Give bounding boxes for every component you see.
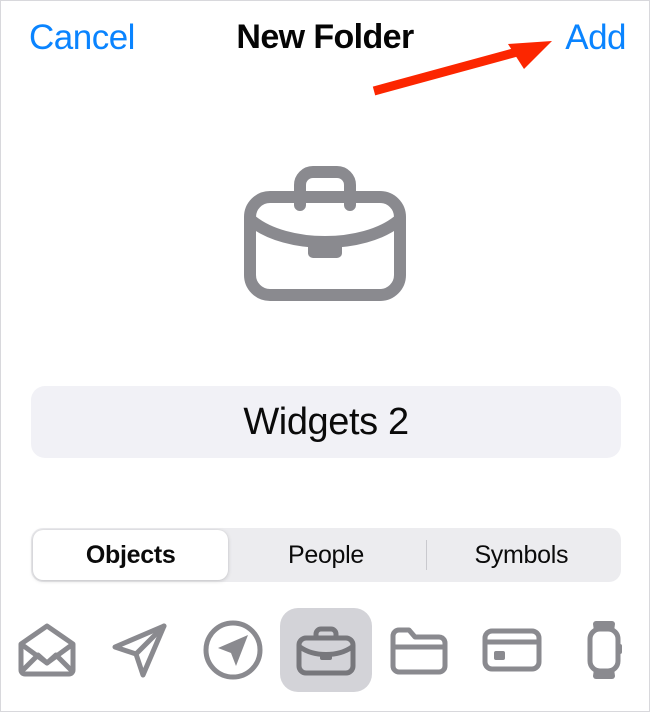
icon-option-paper-plane[interactable] (94, 608, 187, 692)
segment-people-label: People (287, 540, 365, 569)
icon-option-folder[interactable] (372, 608, 465, 692)
briefcase-icon (244, 166, 406, 301)
segment-symbols-label: Symbols (474, 540, 569, 569)
open-envelope-icon (18, 623, 76, 677)
segment-objects-label: Objects (85, 540, 176, 569)
folder-icon (390, 627, 448, 675)
icon-option-open-envelope[interactable] (1, 608, 94, 692)
icon-option-briefcase[interactable] (279, 608, 373, 692)
segment-divider (426, 540, 427, 570)
apple-watch-icon (587, 621, 622, 679)
page-title: New Folder (236, 18, 414, 56)
navigation-bar: Cancel New Folder Add (1, 1, 649, 77)
icon-option-paper-plane-circle[interactable] (187, 608, 280, 692)
add-button[interactable]: Add (565, 18, 626, 58)
segment-people[interactable]: People (228, 530, 423, 580)
icon-option-credit-card[interactable] (465, 608, 558, 692)
new-folder-dialog: Cancel New Folder Add (function(){ var d… (0, 0, 650, 712)
segment-objects[interactable]: Objects (33, 530, 229, 580)
briefcase-icon (296, 626, 356, 676)
folder-name-input[interactable] (31, 386, 621, 458)
paper-plane-icon (112, 623, 167, 678)
paper-plane-circle-icon (203, 620, 263, 680)
category-segmented-control[interactable]: Objects People Symbols (31, 528, 621, 582)
icon-picker-row (1, 607, 649, 693)
folder-icon-preview (1, 161, 649, 303)
segment-symbols[interactable]: Symbols (424, 530, 619, 580)
credit-card-icon (482, 628, 542, 672)
icon-option-apple-watch[interactable] (558, 608, 649, 692)
